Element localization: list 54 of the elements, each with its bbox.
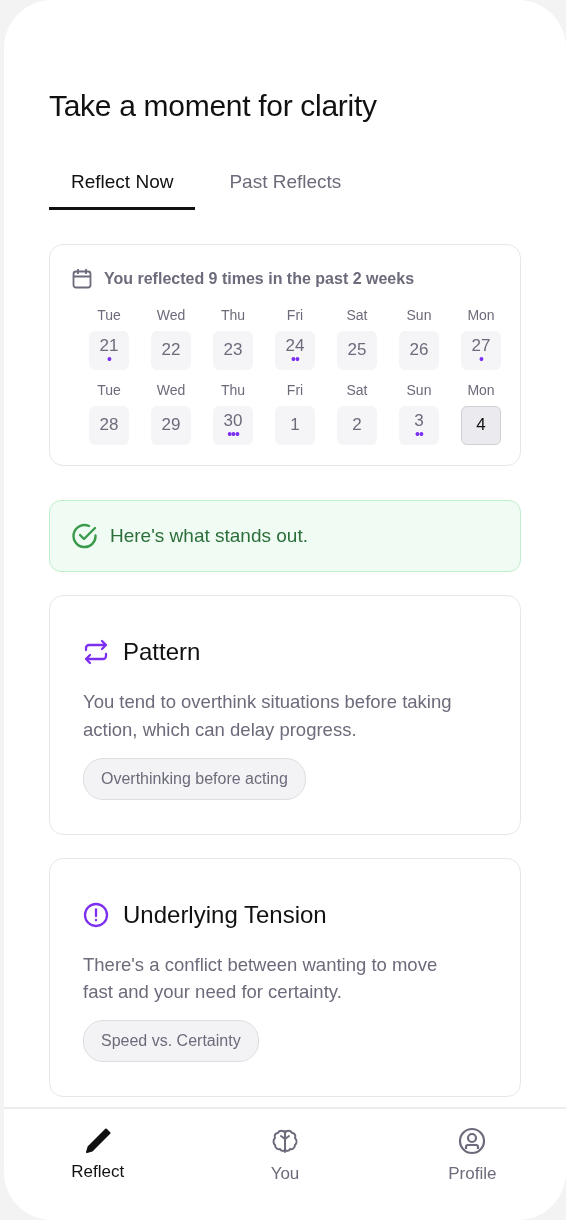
alert-circle-icon	[83, 901, 109, 928]
date-button[interactable]: 30 •••	[213, 405, 253, 445]
card-title: Pattern	[123, 637, 201, 667]
weekday-label: Wed	[156, 380, 186, 400]
banner-text: Here's what stands out.	[110, 523, 308, 548]
weekday-label: Sat	[346, 380, 368, 400]
weekday-label: Sun	[406, 380, 432, 400]
date-button[interactable]: 22	[151, 330, 191, 370]
tab[interactable]: Past Reflects	[207, 168, 364, 210]
weekday-label: Tue	[97, 380, 121, 400]
weekday-label: Mon	[467, 305, 495, 325]
date-button[interactable]: 25	[337, 330, 377, 370]
date-button[interactable]: 28	[89, 405, 129, 445]
date-button[interactable]: 27 •	[461, 330, 501, 370]
date-button[interactable]: 24 ••	[275, 330, 315, 370]
date-button[interactable]: 1	[275, 405, 315, 445]
tag: Speed vs. Certainty	[83, 1020, 259, 1062]
card-title: Underlying Tension	[123, 899, 327, 930]
weekday-label: Wed	[156, 305, 186, 325]
brain-icon	[271, 1127, 299, 1155]
reflection-dots: ••	[415, 431, 423, 439]
reflection-dots: •••	[227, 431, 239, 439]
repeat-icon	[83, 639, 109, 665]
date-button[interactable]: 26	[399, 330, 439, 370]
date-button[interactable]: 4	[461, 405, 501, 445]
check-circle-icon	[72, 522, 98, 549]
reflection-dots: •	[107, 356, 111, 364]
weekday-label: Mon	[467, 380, 495, 400]
pen-icon	[83, 1127, 112, 1153]
calendar-icon	[72, 268, 92, 289]
weekday-label: Fri	[286, 380, 304, 400]
user-circle-icon	[458, 1127, 487, 1155]
tab[interactable]: Reflect Now	[49, 168, 196, 210]
weekday-label: Sun	[406, 305, 432, 325]
card-description: There's a conflict between wanting to move fast and your need for certainty.	[83, 952, 439, 1005]
tag: Overthinking before acting	[83, 757, 306, 800]
weekday-label: Tue	[97, 305, 121, 325]
weekday-label: Fri	[286, 305, 304, 325]
reflection-dots: ••	[291, 356, 299, 364]
nav-tab[interactable]: You	[270, 1127, 300, 1220]
date-button[interactable]: 21 •	[89, 330, 129, 370]
weekday-label: Thu	[220, 305, 246, 325]
weekday-label: Thu	[220, 380, 246, 400]
weekday-label: Sat	[346, 305, 368, 325]
nav-tab[interactable]: Reflect	[71, 1127, 125, 1220]
date-button[interactable]: 23	[213, 330, 253, 370]
date-button[interactable]: 2	[337, 405, 377, 445]
card-description: You tend to overthink situations before taking action, which can delay progress.	[83, 690, 453, 742]
date-button[interactable]: 3 ••	[399, 405, 439, 445]
summary-text: You reflected 9 times in the past 2 weeks	[104, 268, 415, 289]
page-title: Take a moment for clarity	[49, 88, 378, 124]
reflection-dots: •	[479, 356, 483, 364]
date-button[interactable]: 29	[151, 405, 191, 445]
nav-tab[interactable]: Profile	[448, 1127, 497, 1220]
